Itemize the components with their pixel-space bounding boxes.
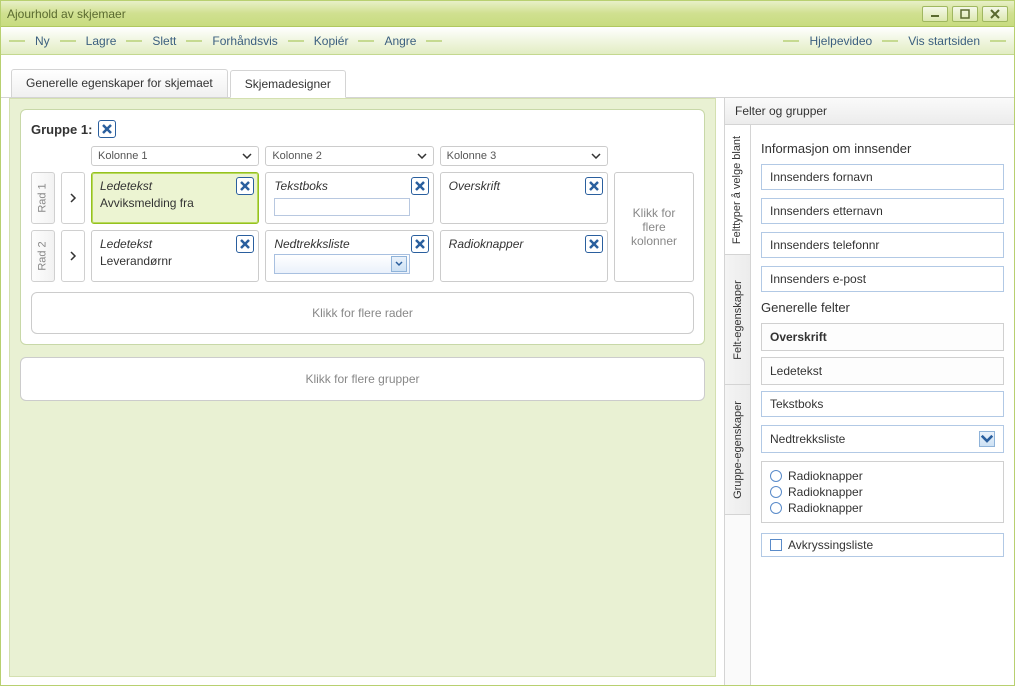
tabs-row: Generelle egenskaper for skjemaet Skjema… [1,55,1014,97]
checkbox-icon [770,539,782,551]
cell-r2-c1[interactable]: Ledetekst Leverandørnr [91,230,259,282]
cell-r2-c2[interactable]: Nedtrekksliste [265,230,433,282]
titlebar: Ajourhold av skjemaer [1,1,1014,27]
dropdown-preview[interactable] [274,254,409,274]
cell-r1-c3[interactable]: Overskrift [440,172,608,224]
close-button[interactable] [982,6,1008,22]
section-sender-info: Informasjon om innsender [761,141,1004,156]
minimize-button[interactable] [922,6,948,22]
cell-r1-c1[interactable]: Ledetekst Avviksmelding fra [91,172,259,224]
chevron-right-icon [69,250,77,262]
row-1-label: Rad 1 [31,172,55,224]
toolbar-kopier[interactable]: Kopiér [308,27,355,54]
col-header-2[interactable]: Kolonne 2 [265,146,433,166]
group-delete-button[interactable] [98,120,116,138]
chevron-down-icon [979,431,995,447]
row-2-label: Rad 2 [31,230,55,282]
right-panel-content[interactable]: Informasjon om innsender Innsenders forn… [751,125,1014,685]
generic-ledetekst[interactable]: Ledetekst [761,357,1004,385]
right-panel-body: Felttyper å velge blant Felt-egenskaper … [725,125,1014,685]
vtab-group-properties[interactable]: Gruppe-egenskaper [725,385,750,515]
col-header-3[interactable]: Kolonne 3 [440,146,608,166]
radio-icon [770,502,782,514]
radio-option[interactable]: Radioknapper [762,500,1003,516]
group-header: Gruppe 1: [31,120,694,138]
toolbar-angre[interactable]: Angre [378,27,422,54]
toolbar-hjelpevideo[interactable]: Hjelpevideo [803,27,878,54]
chevron-down-icon [591,153,601,159]
more-rows-button[interactable]: Klikk for flere rader [31,292,694,334]
cell-delete-button[interactable] [411,177,429,195]
chevron-down-icon [417,153,427,159]
cell-delete-button[interactable] [585,177,603,195]
group-box: Gruppe 1: Kolonne 1 [20,109,705,345]
generic-nedtrekksliste[interactable]: Nedtrekksliste [761,425,1004,453]
more-columns-button[interactable]: Klikk for flere kolonner [614,172,694,282]
field-sender-firstname[interactable]: Innsenders fornavn [761,164,1004,190]
right-panel-title: Felter og grupper [725,98,1014,125]
toolbar: Ny Lagre Slett Forhåndsvis Kopiér Angre … [1,27,1014,55]
toolbar-ny[interactable]: Ny [29,27,56,54]
vtab-field-types[interactable]: Felttyper å velge blant [725,125,750,255]
section-generic-fields: Generelle felter [761,300,1004,315]
generic-overskrift[interactable]: Overskrift [761,323,1004,351]
radio-option[interactable]: Radioknapper [762,484,1003,500]
body-row: Gruppe 1: Kolonne 1 [1,97,1014,685]
vertical-tabs: Felttyper å velge blant Felt-egenskaper … [725,125,751,685]
row-1-expand[interactable] [61,172,85,224]
chevron-right-icon [69,192,77,204]
group-label: Gruppe 1: [31,122,92,137]
chevron-down-icon [242,153,252,159]
cell-r2-c3[interactable]: Radioknapper [440,230,608,282]
cell-delete-button[interactable] [411,235,429,253]
cell-r1-c2[interactable]: Tekstboks [265,172,433,224]
maximize-button[interactable] [952,6,978,22]
col-header-1[interactable]: Kolonne 1 [91,146,259,166]
generic-checkbox-list[interactable]: Avkryssingsliste [761,533,1004,557]
chevron-down-icon [391,256,407,272]
window-controls [922,6,1008,22]
field-sender-phone[interactable]: Innsenders telefonnr [761,232,1004,258]
toolbar-vis-startsiden[interactable]: Vis startsiden [902,27,986,54]
textbox-preview[interactable] [274,198,409,216]
row-1: Rad 1 Ledetekst Avviksmelding fra [31,172,608,224]
cell-delete-button[interactable] [585,235,603,253]
designer-canvas: Gruppe 1: Kolonne 1 [9,98,716,677]
toolbar-lagre[interactable]: Lagre [80,27,123,54]
window-title: Ajourhold av skjemaer [7,7,126,21]
tab-designer[interactable]: Skjemadesigner [230,70,346,98]
vtab-field-properties[interactable]: Felt-egenskaper [725,255,750,385]
toolbar-forhandsvis[interactable]: Forhåndsvis [206,27,283,54]
content-area: Generelle egenskaper for skjemaet Skjema… [1,55,1014,685]
radio-icon [770,486,782,498]
row-2-expand[interactable] [61,230,85,282]
toolbar-slett[interactable]: Slett [146,27,182,54]
row-2: Rad 2 Ledetekst Leverandørnr [31,230,608,282]
radio-icon [770,470,782,482]
toolbar-sep [9,40,25,42]
field-sender-lastname[interactable]: Innsenders etternavn [761,198,1004,224]
cell-delete-button[interactable] [236,177,254,195]
more-groups-button[interactable]: Klikk for flere grupper [20,357,705,401]
field-sender-email[interactable]: Innsenders e-post [761,266,1004,292]
app-window: Ajourhold av skjemaer Ny Lagre Slett For… [0,0,1015,686]
right-panel: Felter og grupper Felttyper å velge blan… [724,98,1014,685]
tab-general[interactable]: Generelle egenskaper for skjemaet [11,69,228,97]
generic-tekstboks[interactable]: Tekstboks [761,391,1004,417]
radio-option[interactable]: Radioknapper [762,468,1003,484]
cell-delete-button[interactable] [236,235,254,253]
generic-radiogroup[interactable]: Radioknapper Radioknapper Radioknapper [761,461,1004,523]
